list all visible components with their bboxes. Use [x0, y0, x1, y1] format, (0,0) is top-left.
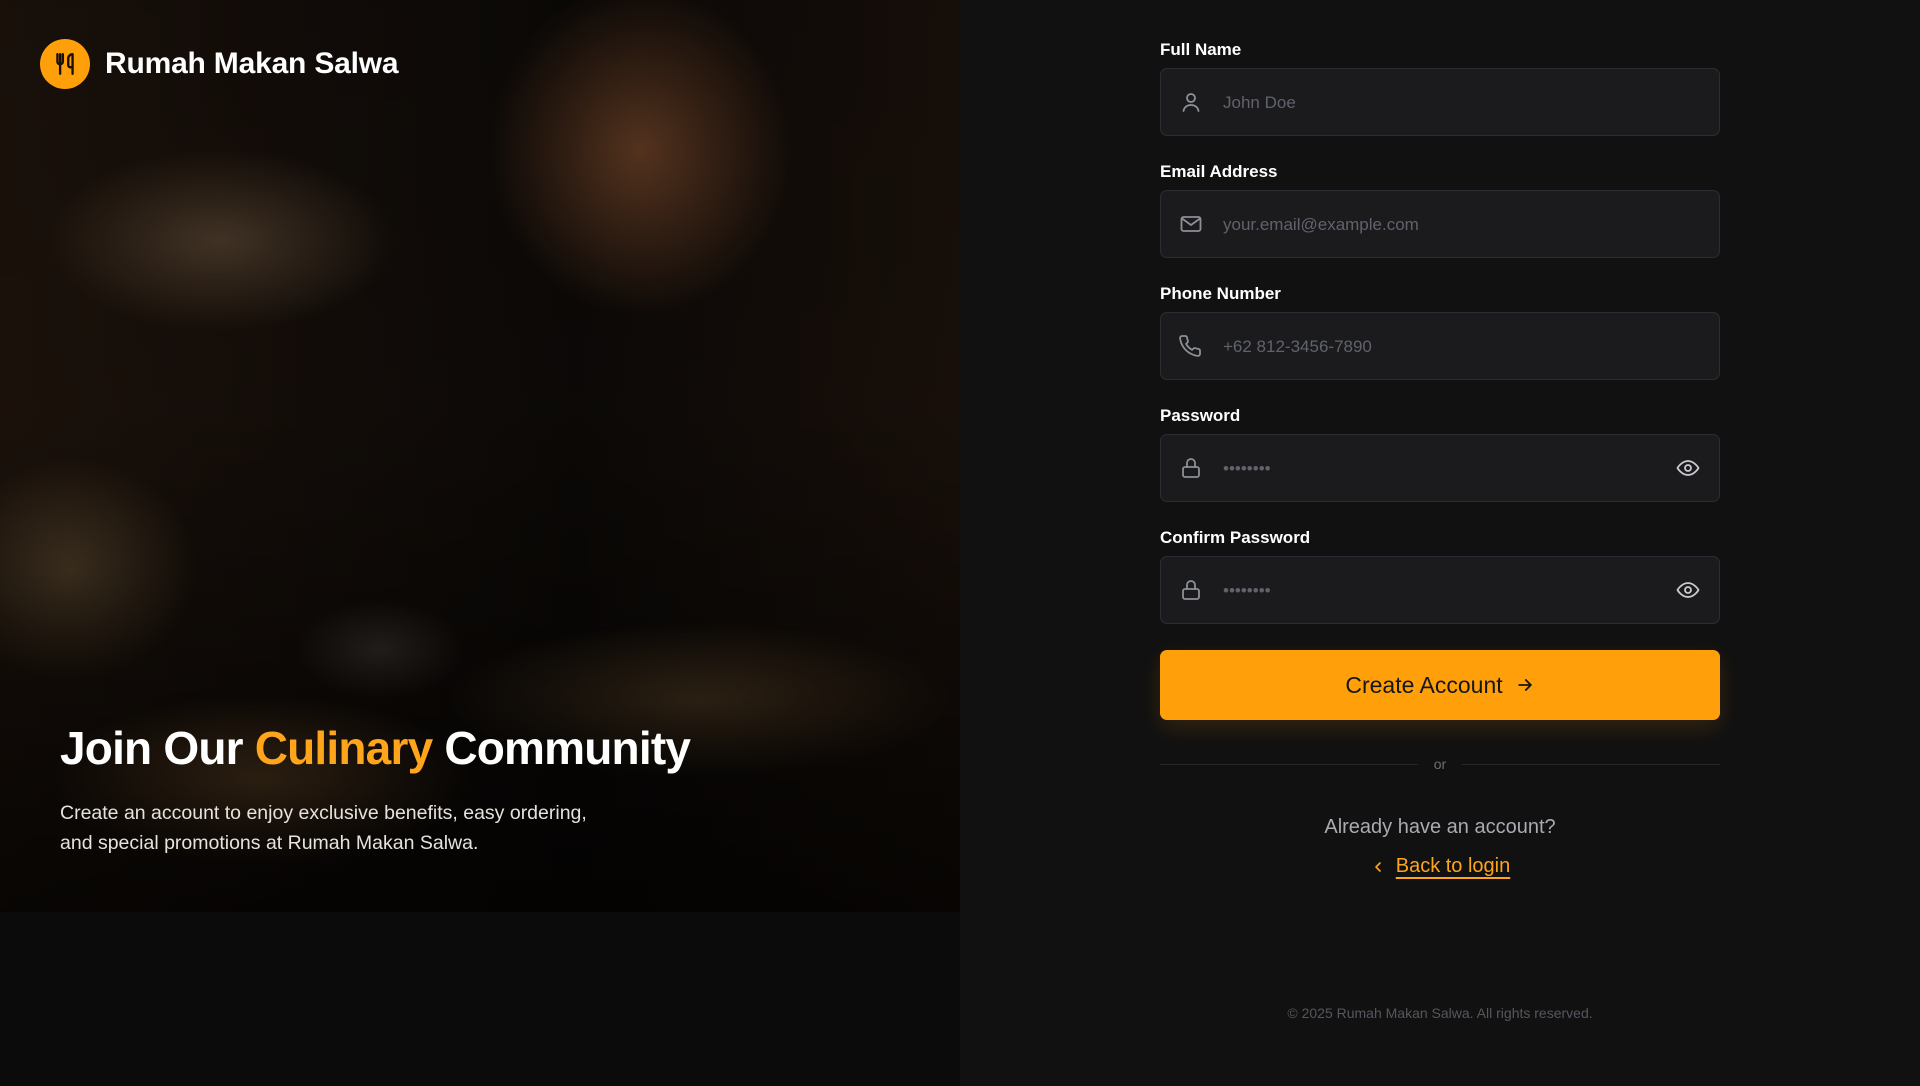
confirm-password-input[interactable] [1221, 557, 1685, 625]
user-icon [1182, 93, 1200, 112]
brand[interactable]: Rumah Makan Salwa [40, 39, 399, 89]
lock-icon [1182, 458, 1200, 478]
utensils-icon [40, 39, 90, 89]
eye-icon[interactable] [1675, 456, 1701, 480]
phone-input-wrap[interactable] [1160, 312, 1720, 381]
eye-icon[interactable] [1675, 578, 1701, 602]
mail-icon [1180, 216, 1202, 232]
confirm-password-input-wrap[interactable] [1160, 556, 1720, 625]
hero-text: Join Our Culinary Community Create an ac… [60, 720, 820, 858]
right-panel: Full Name Email Address Phone Number [960, 0, 1920, 1086]
back-to-login[interactable]: Back to login [1160, 855, 1720, 878]
phone-icon [1179, 335, 1201, 357]
phone-input[interactable] [1221, 313, 1685, 381]
full-name-field-group: Full Name [1160, 40, 1720, 137]
password-field-group: Password [1160, 406, 1720, 503]
email-label: Email Address [1160, 162, 1278, 181]
chevron-left-icon [1374, 861, 1381, 872]
confirm-password-label: Confirm Password [1160, 528, 1311, 547]
email-field-group: Email Address [1160, 162, 1720, 259]
confirm-password-field-group: Confirm Password [1160, 528, 1720, 625]
already-have-account-text: Already have an account? [1324, 816, 1556, 838]
lock-icon [1182, 580, 1200, 600]
hero-title-part1: Join Our [60, 722, 255, 774]
full-name-label: Full Name [1160, 40, 1242, 59]
divider-text: or [1417, 754, 1463, 774]
phone-label: Phone Number [1160, 284, 1281, 303]
back-to-login-link[interactable]: Back to login [1396, 855, 1511, 878]
signup-form: Full Name Email Address Phone Number [1160, 40, 1720, 878]
hero-title-part2: Community [432, 722, 691, 774]
password-input[interactable] [1221, 435, 1685, 503]
left-panel: Rumah Makan Salwa Join Our Culinary Comm… [0, 0, 960, 1086]
hero-subtitle: Create an account to enjoy exclusive ben… [60, 798, 640, 858]
full-name-input-wrap[interactable] [1160, 68, 1720, 137]
password-input-wrap[interactable] [1160, 434, 1720, 503]
phone-field-group: Phone Number [1160, 284, 1720, 381]
divider: or [1160, 754, 1720, 774]
full-name-input[interactable] [1221, 69, 1685, 137]
create-account-button[interactable]: Create Account [1160, 650, 1720, 720]
hero-subtitle-line1: Create an account to enjoy exclusive ben… [60, 802, 587, 824]
arrow-right-icon [1517, 679, 1532, 691]
footer-copyright: © 2025 Rumah Makan Salwa. All rights res… [1287, 1005, 1593, 1021]
hero-title: Join Our Culinary Community [60, 720, 820, 776]
email-input[interactable] [1221, 191, 1685, 259]
brand-name: Rumah Makan Salwa [105, 47, 399, 80]
email-input-wrap[interactable] [1160, 190, 1720, 259]
password-label: Password [1160, 406, 1241, 425]
hero-title-accent: Culinary [254, 722, 433, 774]
hero-subtitle-line2: and special promotions at Rumah Makan Sa… [60, 832, 479, 854]
create-account-label: Create Account [1345, 671, 1503, 698]
